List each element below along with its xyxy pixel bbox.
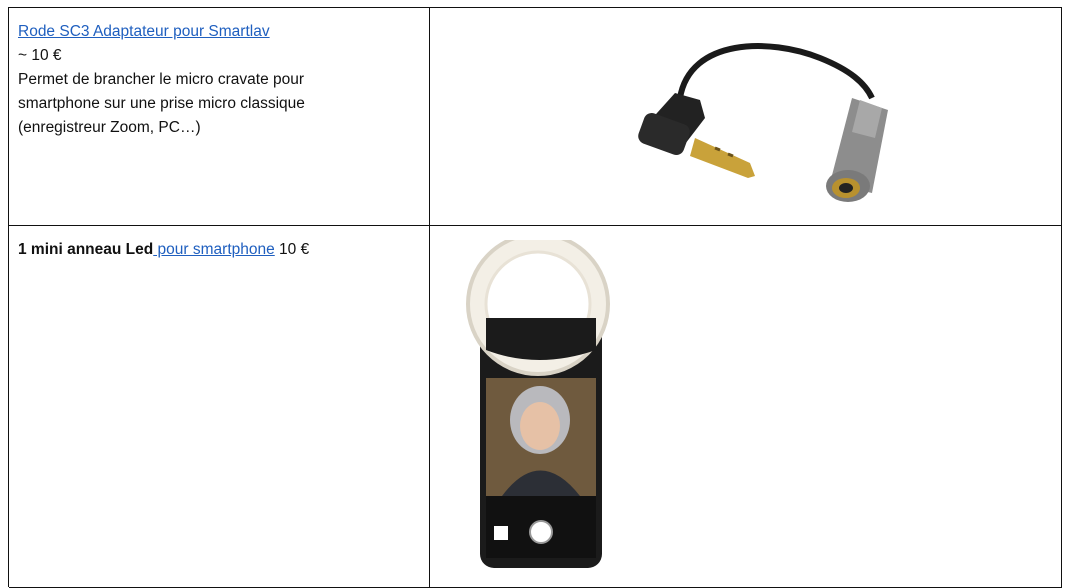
table-cell-description: Rode SC3 Adaptateur pour Smartlav ~ 10 €… <box>9 8 430 225</box>
ring-light-smartphone-image <box>466 240 610 568</box>
trrs-adapter-cable-image <box>638 43 888 202</box>
table-cell-image <box>430 226 1062 587</box>
table-row: 1 mini anneau Led pour smartphone 10 € <box>9 226 1062 588</box>
product-price: ~ 10 € <box>18 47 62 64</box>
product-table: Rode SC3 Adaptateur pour Smartlav ~ 10 €… <box>8 7 1062 588</box>
cell-text: Rode SC3 Adaptateur pour Smartlav ~ 10 €… <box>18 20 418 140</box>
cell-text: 1 mini anneau Led pour smartphone 10 € <box>18 238 418 262</box>
product-price: 10 € <box>274 241 310 258</box>
description-line: smartphone sur une prise micro classique <box>18 95 305 112</box>
description-line: Permet de brancher le micro cravate pour <box>18 71 305 88</box>
product-title: 1 mini anneau Led <box>18 241 154 258</box>
description-line: (enregistreur Zoom, PC…) <box>18 119 201 136</box>
table-row: Rode SC3 Adaptateur pour Smartlav ~ 10 €… <box>9 8 1062 226</box>
product-link-rode-sc3[interactable]: Rode SC3 Adaptateur pour Smartlav <box>18 23 270 40</box>
table-cell-description: 1 mini anneau Led pour smartphone 10 € <box>9 226 430 587</box>
product-link-smartphone[interactable]: pour smartphone <box>153 241 275 258</box>
table-cell-image <box>430 8 1062 225</box>
